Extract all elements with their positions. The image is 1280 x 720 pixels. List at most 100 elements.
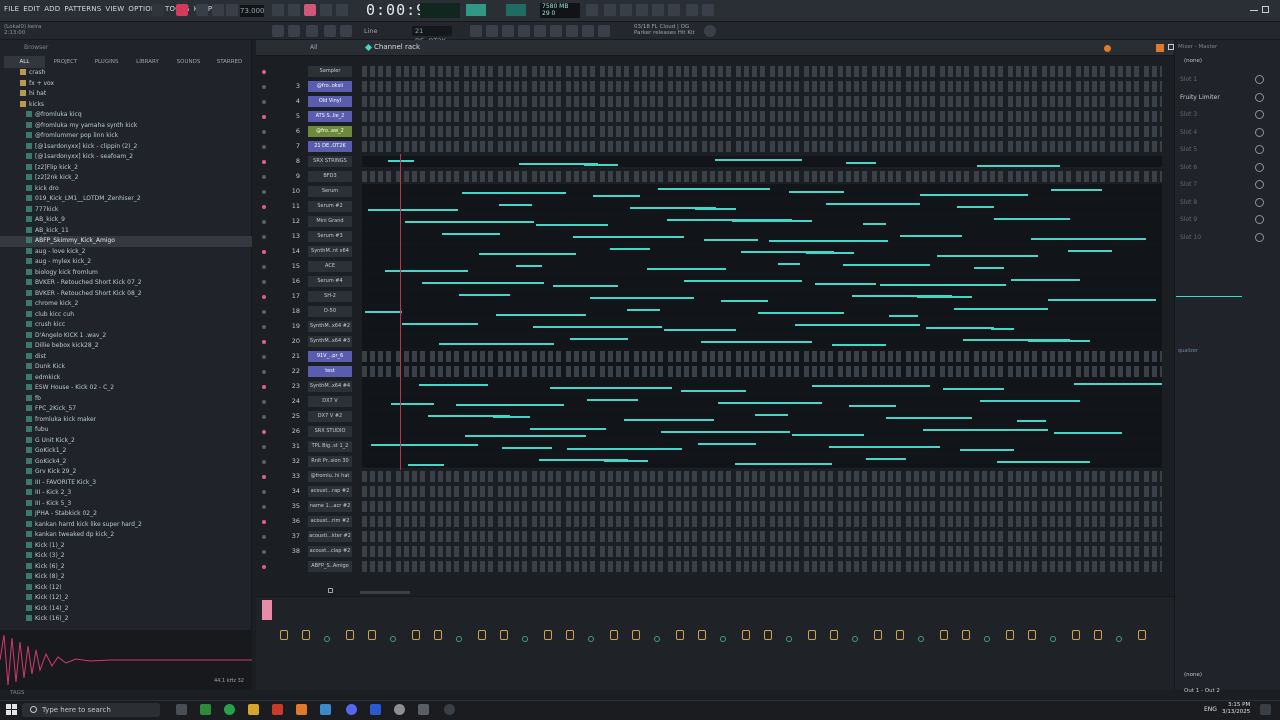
channel-row[interactable]: 9 BFD3 xyxy=(256,169,1174,184)
effect-slot[interactable]: Slot 5 xyxy=(1178,142,1274,157)
channel-row[interactable]: 21 91V_..pr_6 xyxy=(256,349,1174,364)
notifications-icon[interactable] xyxy=(1260,704,1271,715)
channel-name-button[interactable]: Serum xyxy=(308,186,352,197)
view-playlist-icon[interactable] xyxy=(272,25,284,37)
channel-rack-view-icon[interactable] xyxy=(486,25,498,37)
channel-row[interactable]: 15 ACE xyxy=(256,259,1174,274)
mixer-track-knob[interactable] xyxy=(764,630,772,640)
channel-name-button[interactable]: Old Vinyl xyxy=(308,96,352,107)
channel-mute-led[interactable] xyxy=(262,175,266,179)
browser-tab-plugins[interactable]: PLUGINS xyxy=(86,56,127,68)
browser-file[interactable]: Kick (6)_2 xyxy=(0,562,252,573)
channel-mixer-track[interactable]: 38 xyxy=(284,544,300,559)
channel-row[interactable]: 38 acoust...clap #2 xyxy=(256,544,1174,559)
channel-row[interactable]: 37 acousti...kter #2 xyxy=(256,529,1174,544)
browser-tab-library[interactable]: LIBRARY xyxy=(127,56,168,68)
channel-name-button[interactable]: SynthM..nt x64 xyxy=(308,246,352,257)
mixer-track-knob[interactable] xyxy=(786,636,792,642)
channel-mute-led[interactable] xyxy=(262,100,266,104)
mixer-track-knob[interactable] xyxy=(544,630,552,640)
mixer-track-knob[interactable] xyxy=(654,636,660,642)
channel-mute-led[interactable] xyxy=(262,205,266,209)
plugin-picker-icon[interactable] xyxy=(534,25,546,37)
mixer-track-knob[interactable] xyxy=(1006,630,1014,640)
snap-select[interactable]: 21 DE..OT2K xyxy=(412,26,452,45)
channel-rack-menu-icon[interactable] xyxy=(1156,44,1164,52)
view-piano-roll-icon[interactable] xyxy=(288,25,300,37)
mixer-track-knob[interactable] xyxy=(1072,630,1080,640)
mixer-track-knob[interactable] xyxy=(984,636,990,642)
playlist-view-icon[interactable] xyxy=(550,25,562,37)
piano-roll-preview[interactable] xyxy=(362,336,1162,347)
piano-roll-preview[interactable] xyxy=(362,276,1162,287)
browser-file[interactable]: 777kick xyxy=(0,205,252,216)
mixer-track-knob[interactable] xyxy=(830,630,838,640)
fl-cloud-icon[interactable] xyxy=(704,25,716,37)
step-sequencer[interactable] xyxy=(362,561,1162,572)
mixer-track-knob[interactable] xyxy=(1028,630,1036,640)
browser-file[interactable]: 019_Kick_LM1__LOTDM_Zenhiser_2 xyxy=(0,194,252,205)
piano-roll-preview[interactable] xyxy=(362,396,1162,407)
menu-item-add[interactable]: ADD xyxy=(44,5,60,13)
browser-file[interactable]: crush kicc xyxy=(0,320,252,331)
channel-name-button[interactable]: SynthM..x64 #3 xyxy=(308,336,352,347)
channel-mixer-track[interactable]: 4 xyxy=(284,94,300,109)
step-sequencer[interactable] xyxy=(362,81,1162,92)
mixer-track-knob[interactable] xyxy=(1138,630,1146,640)
browser-folder[interactable]: fx + vox xyxy=(0,79,252,90)
channel-name-button[interactable]: name 1...acr #2 xyxy=(308,501,352,512)
channel-name-button[interactable]: 91V_..pr_6 xyxy=(308,351,352,362)
input-select[interactable]: (none) xyxy=(1184,58,1202,64)
minimize-icon[interactable] xyxy=(1250,10,1258,11)
app-icon-4[interactable] xyxy=(418,704,429,715)
channel-name-button[interactable]: SynthM..x64 #4 xyxy=(308,381,352,392)
channel-row[interactable]: 10 Serum xyxy=(256,184,1174,199)
channel-name-button[interactable]: test xyxy=(308,366,352,377)
browser-view-icon[interactable] xyxy=(518,25,530,37)
channel-mute-led[interactable] xyxy=(262,220,266,224)
slot-mix-knob[interactable] xyxy=(1255,145,1264,154)
browser-file[interactable]: Kick (12)_2 xyxy=(0,593,252,604)
browser-file[interactable]: D'Angelo KICK 1 .wav_2 xyxy=(0,331,252,342)
channel-mixer-track[interactable]: 7 xyxy=(284,139,300,154)
mixer-track-knob[interactable] xyxy=(918,636,924,642)
channel-name-button[interactable]: Rnlt Pr..sion 30 xyxy=(308,456,352,467)
channel-name-button[interactable]: Serum #2 xyxy=(308,201,352,212)
piano-roll-preview[interactable] xyxy=(362,426,1162,437)
chrome-icon[interactable] xyxy=(224,704,235,715)
channel-row[interactable]: Sampler xyxy=(256,64,1174,79)
browser-file[interactable]: Dillie bebox kick28_2 xyxy=(0,341,252,352)
browser-file[interactable]: AB_kick_11 xyxy=(0,226,252,237)
channel-mixer-track[interactable]: 24 xyxy=(284,394,300,409)
browser-file[interactable]: kick dro xyxy=(0,184,252,195)
chat-icon[interactable] xyxy=(686,4,698,16)
channel-mixer-track[interactable]: 20 xyxy=(284,334,300,349)
file-explorer-icon[interactable] xyxy=(248,704,259,715)
piano-roll-preview[interactable] xyxy=(362,381,1162,392)
browser-file[interactable]: dist xyxy=(0,352,252,363)
effect-slot[interactable]: Slot 3 xyxy=(1178,107,1274,122)
channel-mixer-track[interactable]: 14 xyxy=(284,244,300,259)
mixer-track-knob[interactable] xyxy=(896,630,904,640)
channel-name-button[interactable]: acoust...rap #2 xyxy=(308,486,352,497)
channel-name-button[interactable]: SynthM..x64 #2 xyxy=(308,321,352,332)
channel-row[interactable]: 24 DX7 V xyxy=(256,394,1174,409)
piano-roll-preview[interactable] xyxy=(362,186,1162,197)
channel-row[interactable]: 34 acoust...rap #2 xyxy=(256,484,1174,499)
menu-item-file[interactable]: FILE xyxy=(4,5,19,13)
browser-file[interactable]: @fromluka kicq xyxy=(0,110,252,121)
piano-roll-preview[interactable] xyxy=(362,261,1162,272)
channel-mixer-track[interactable]: 34 xyxy=(284,484,300,499)
channel-mixer-track[interactable]: 33 xyxy=(284,469,300,484)
channel-row[interactable]: 22 test xyxy=(256,364,1174,379)
maximize-icon[interactable] xyxy=(1262,6,1269,13)
windows-start-icon[interactable] xyxy=(6,704,17,715)
step-sequencer[interactable] xyxy=(362,501,1162,512)
tempo-tapper-icon[interactable] xyxy=(582,25,594,37)
output-select[interactable]: (none) xyxy=(1184,672,1202,678)
step-sequencer[interactable] xyxy=(362,351,1162,362)
browser-tab-all[interactable]: ALL xyxy=(4,56,45,68)
menu-item-patterns[interactable]: PATTERNS xyxy=(64,5,101,13)
step-sequencer[interactable] xyxy=(362,141,1162,152)
channel-name-button[interactable]: BFD3 xyxy=(308,171,352,182)
